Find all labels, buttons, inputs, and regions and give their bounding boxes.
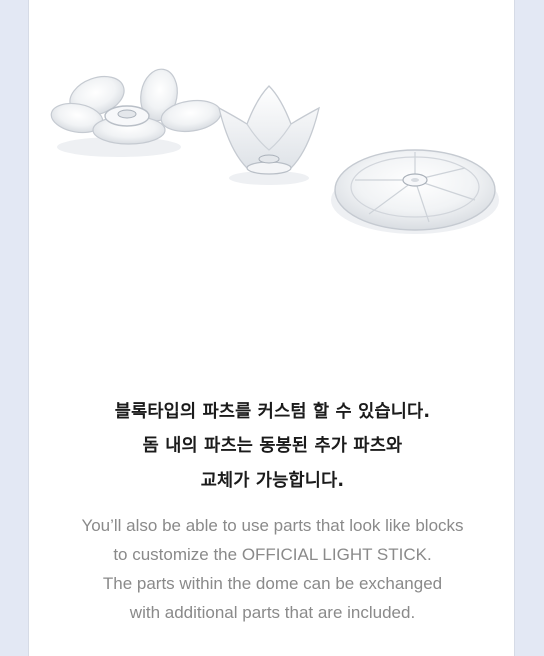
korean-text-line-2: 돔 내의 파츠는 동봉된 추가 파츠와 <box>142 436 403 456</box>
disc-part-icon <box>331 149 499 234</box>
english-text-line-3: The parts within the dome can be exchang… <box>102 574 443 593</box>
english-text-line-4: with additional parts that are included. <box>129 603 416 622</box>
content-panel: 블록타입의 파츠를 커스텀 할 수 있습니다. 돔 내의 파츠는 동봉된 추가 … <box>28 0 515 656</box>
english-text-line-2: to customize the OFFICIAL LIGHT STICK. <box>113 545 432 564</box>
tulip-part-icon <box>218 85 320 185</box>
korean-text-line-3: 교체가 가능합니다. <box>200 471 345 491</box>
light-stick-parts-image <box>50 68 499 234</box>
english-text-line-1: You’ll also be able to use parts that lo… <box>81 516 464 535</box>
korean-text-line-1: 블록타입의 파츠를 커스텀 할 수 있습니다. <box>114 402 431 422</box>
flower-part-icon <box>50 68 222 157</box>
